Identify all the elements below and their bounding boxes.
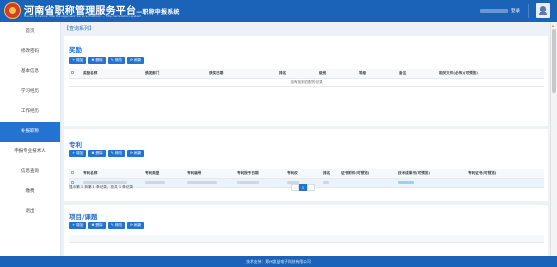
scrollbar-thumb[interactable] — [552, 29, 556, 93]
award-toolbar: + 增加 ✖ 删除 ✎ 修改 ⟳ 刷新 — [69, 57, 145, 64]
patent-col-type[interactable]: 专利类型 — [143, 169, 185, 179]
project-delete-button[interactable]: ✖ 删除 — [88, 222, 106, 229]
emblem-logo-icon — [4, 2, 21, 19]
sidebar-item-supplement-title[interactable]: 补报职称 — [0, 122, 60, 142]
patent-cell-type-redacted — [143, 178, 185, 188]
patent-cell-certificate — [339, 178, 396, 188]
top-header: 河南省职称管理服务平台—职称申报系统 Henan Province Title … — [0, 0, 557, 22]
header-divider — [528, 4, 529, 18]
project-refresh-button[interactable]: ⟳ 刷新 — [127, 222, 145, 229]
app-title-english: Henan Province Title Management Service … — [24, 14, 142, 18]
footer: 技术支持：郑州凯益电子科技有限公司 — [0, 256, 557, 267]
patent-col-number[interactable]: 专利编号 — [185, 169, 235, 179]
breadcrumb: 【查询系列】 — [64, 26, 95, 32]
patent-cell-date-redacted — [235, 178, 285, 188]
sidebar-item-education[interactable]: 学习经历 — [0, 82, 60, 102]
sidebar-item-payment[interactable]: 缴费 — [0, 182, 60, 202]
main-content: 【查询系列】 奖励 + 增加 ✖ 删除 ✎ 修改 ⟳ 刷新 奖励名称 颁发部门 … — [61, 22, 550, 256]
award-panel: 奖励 + 增加 ✖ 删除 ✎ 修改 ⟳ 刷新 奖励名称 颁发部门 获奖日期 排名… — [64, 36, 548, 126]
sidebar: 首页 修改密码 基本信息 学习经历 工作经历 补报职称 申报专业技术人 信息查询… — [0, 22, 61, 256]
app-subtitle: —职称申报系统 — [136, 9, 180, 16]
patent-col-rank[interactable]: 排名 — [321, 169, 339, 179]
patent-cell-tech-result-link[interactable] — [396, 178, 466, 188]
award-table: 奖励名称 颁发部门 获奖日期 排名 级别 等级 备注 相关文件(必传)(可预览)… — [69, 69, 544, 87]
patent-col-tech-result[interactable]: 技术成果书(可预览) — [396, 169, 466, 179]
patent-toolbar: + 增加 ✖ 删除 ✎ 修改 ⟳ 刷新 — [69, 150, 145, 157]
award-col-files[interactable]: 相关文件(必传)(可预览) — [437, 69, 544, 79]
patent-add-button[interactable]: + 增加 — [69, 150, 87, 157]
project-toolbar: + 增加 ✖ 删除 ✎ 修改 ⟳ 刷新 — [69, 222, 145, 229]
award-empty-text: 没有找到匹配的记录 — [69, 78, 544, 87]
project-section-title: 项目/课题 — [69, 213, 98, 221]
username-redacted — [480, 9, 508, 13]
sidebar-item-exit[interactable]: 退出 — [0, 202, 60, 222]
sidebar-item-work-history[interactable]: 工作经历 — [0, 102, 60, 122]
project-edit-button[interactable]: ✎ 修改 — [107, 222, 126, 229]
award-select-all-checkbox[interactable] — [69, 69, 81, 79]
award-refresh-button[interactable]: ⟳ 刷新 — [127, 57, 145, 64]
project-add-button[interactable]: + 增加 — [69, 222, 87, 229]
award-edit-button[interactable]: ✎ 修改 — [107, 57, 126, 64]
award-add-button[interactable]: + 增加 — [69, 57, 87, 64]
award-header-row: 奖励名称 颁发部门 获奖日期 排名 级别 等级 备注 相关文件(必传)(可预览) — [69, 69, 544, 79]
pager-prev-button[interactable]: ‹ — [291, 184, 299, 191]
patent-cell-number-redacted — [185, 178, 235, 188]
project-table-header — [69, 235, 544, 243]
award-col-rank[interactable]: 排名 — [277, 69, 317, 79]
award-section-title: 奖励 — [69, 46, 82, 54]
patent-refresh-button[interactable]: ⟳ 刷新 — [127, 150, 145, 157]
page-scrollbar[interactable]: ▴ — [550, 22, 557, 256]
award-col-date[interactable]: 获奖日期 — [207, 69, 277, 79]
pager-next-button[interactable]: › — [307, 184, 315, 191]
sidebar-item-basic-info[interactable]: 基本信息 — [0, 62, 60, 82]
award-empty-row: 没有找到匹配的记录 — [69, 78, 544, 87]
patent-section-title: 专利 — [69, 141, 82, 149]
sidebar-item-change-password[interactable]: 修改密码 — [0, 42, 60, 62]
pager-page-1[interactable]: 1 — [299, 184, 307, 191]
patent-delete-button[interactable]: ✖ 删除 — [88, 150, 106, 157]
patent-col-certificate[interactable]: 证书附件(可预览) — [339, 169, 396, 179]
award-col-issuer[interactable]: 颁发部门 — [143, 69, 207, 79]
sidebar-item-query[interactable]: 信息查询 — [0, 162, 60, 182]
patent-col-patent-cert[interactable]: 专利证书(可预览) — [466, 169, 544, 179]
patent-edit-button[interactable]: ✎ 修改 — [107, 150, 126, 157]
award-col-remark[interactable]: 备注 — [397, 69, 437, 79]
user-avatar-icon[interactable] — [536, 3, 550, 18]
patent-col-name[interactable]: 专利名称 — [81, 169, 143, 179]
patent-select-all-checkbox[interactable] — [69, 169, 81, 179]
award-col-name[interactable]: 奖励名称 — [81, 69, 143, 79]
patent-pagination: ‹ 1 › — [291, 184, 315, 191]
sidebar-item-home[interactable]: 首页 — [0, 22, 60, 42]
project-panel: 项目/课题 + 增加 ✖ 删除 ✎ 修改 ⟳ 刷新 — [64, 205, 548, 256]
sidebar-item-apply[interactable]: 申报专业技术人 — [0, 142, 60, 162]
patent-cell-patent-cert — [466, 178, 544, 188]
award-col-level[interactable]: 级别 — [317, 69, 357, 79]
patent-cell-rank-redacted — [321, 178, 339, 188]
patent-pager-info: 显示第 1 到第 1 条记录，总共 1 条记录 — [69, 185, 134, 189]
patent-header-row: 专利名称 专利类型 专利编号 专利授予日期 专利权 排名 证书附件(可预览) 技… — [69, 169, 544, 179]
login-link[interactable]: 登录 — [511, 8, 520, 14]
patent-panel: 专利 + 增加 ✖ 删除 ✎ 修改 ⟳ 刷新 专利名称 专利类型 专利编号 专利… — [64, 129, 548, 201]
patent-col-holder[interactable]: 专利权 — [285, 169, 321, 179]
award-delete-button[interactable]: ✖ 删除 — [88, 57, 106, 64]
award-col-grade[interactable]: 等级 — [357, 69, 397, 79]
patent-col-grant-date[interactable]: 专利授予日期 — [235, 169, 285, 179]
scroll-up-icon[interactable]: ▴ — [552, 23, 554, 28]
